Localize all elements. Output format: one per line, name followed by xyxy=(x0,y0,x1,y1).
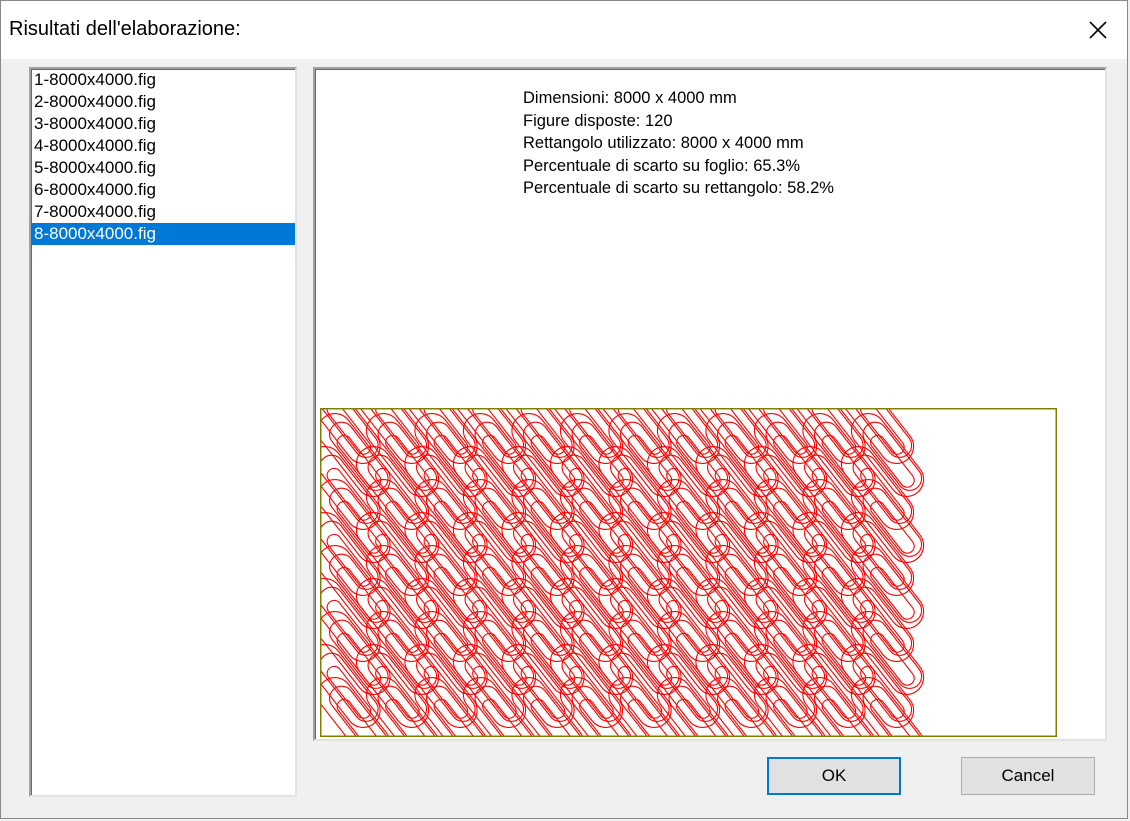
info-figures: Figure disposte: 120 xyxy=(523,111,673,130)
cancel-button[interactable]: Cancel xyxy=(961,757,1095,795)
list-item[interactable]: 3-8000x4000.fig xyxy=(31,113,295,135)
nesting-sheet-drawing xyxy=(320,408,1057,737)
dialog-window: Risultati dell'elaborazione: 1-8000x4000… xyxy=(0,0,1128,819)
window-title: Risultati dell'elaborazione: xyxy=(9,18,241,40)
ok-button[interactable]: OK xyxy=(767,757,901,795)
nesting-info: Dimensioni: 8000 x 4000 mm Figure dispos… xyxy=(523,87,834,200)
info-dimensions: Dimensioni: 8000 x 4000 mm xyxy=(523,89,737,107)
list-item[interactable]: 7-8000x4000.fig xyxy=(31,201,295,223)
info-waste-sheet: Percentuale di scarto su foglio: 65.3% xyxy=(523,156,800,175)
close-button[interactable] xyxy=(1069,1,1127,59)
list-item[interactable]: 2-8000x4000.fig xyxy=(31,91,295,113)
results-file-list[interactable]: 1-8000x4000.fig 2-8000x4000.fig 3-8000x4… xyxy=(29,67,297,797)
list-item[interactable]: 8-8000x4000.fig xyxy=(31,223,295,245)
title-bar: Risultati dell'elaborazione: xyxy=(1,1,1127,59)
list-item[interactable]: 4-8000x4000.fig xyxy=(31,135,295,157)
list-item[interactable]: 5-8000x4000.fig xyxy=(31,157,295,179)
close-icon xyxy=(1089,21,1107,39)
list-item[interactable]: 1-8000x4000.fig xyxy=(31,69,295,91)
info-waste-rectangle: Percentuale di scarto su rettangolo: 58.… xyxy=(523,179,834,197)
list-item[interactable]: 6-8000x4000.fig xyxy=(31,179,295,201)
nested-figure xyxy=(320,644,381,728)
info-rectangle: Rettangolo utilizzato: 8000 x 4000 mm xyxy=(523,134,804,152)
